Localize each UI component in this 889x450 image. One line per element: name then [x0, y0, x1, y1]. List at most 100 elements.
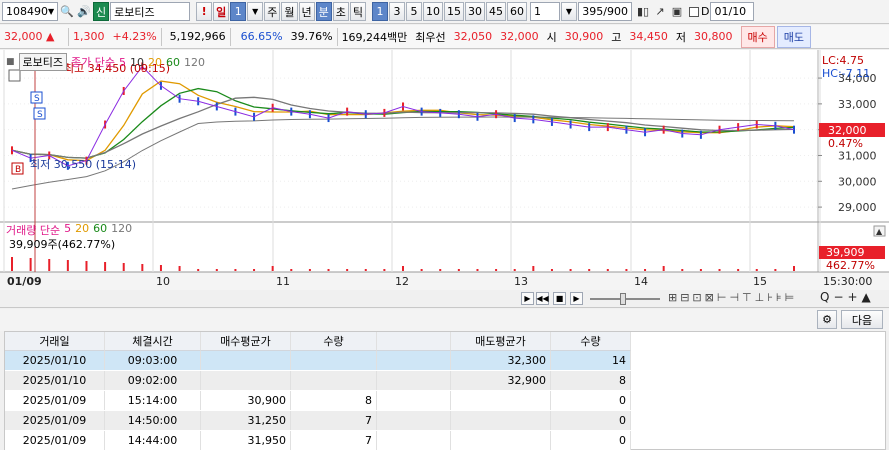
sell-button[interactable]: 매도	[776, 25, 812, 48]
table-cell: 32,900	[451, 371, 551, 390]
minute-5-button[interactable]: 5	[406, 2, 422, 21]
minute-3-button[interactable]: 3	[389, 2, 405, 21]
price-change: 1,300	[73, 30, 105, 43]
volume-bar	[793, 266, 795, 271]
minute-10-button[interactable]: 10	[423, 2, 443, 21]
volume-bar	[66, 260, 69, 271]
checkbox-icon[interactable]	[686, 2, 702, 21]
col-blank[interactable]	[377, 332, 451, 351]
count-input[interactable]: 395/900	[578, 2, 632, 21]
col-buy-avg[interactable]: 매수평균가	[201, 332, 291, 351]
volume-bar	[253, 269, 256, 271]
legend-stock-name[interactable]: 로보티즈	[18, 53, 67, 71]
zoom-controls[interactable]: Q−+▲	[820, 290, 875, 304]
volume-tag: 39,909	[826, 246, 865, 259]
period-day-button[interactable]: 일	[213, 2, 230, 21]
table-row[interactable]: 2025/01/09 14:44:00 31,950 7 0	[5, 431, 631, 450]
table-cell	[377, 351, 451, 370]
sell-marker-1-text: S	[34, 94, 40, 104]
rewind-icon[interactable]: ◀◀	[536, 292, 549, 305]
volume-bar	[625, 269, 628, 271]
volume-bar	[271, 266, 274, 271]
table-row[interactable]: 2025/01/09 14:50:00 31,250 7 0	[5, 411, 631, 430]
date-input[interactable]: 01/10	[710, 2, 755, 21]
volume-bar	[29, 258, 32, 271]
volume-bar	[85, 261, 88, 271]
period-minute-button[interactable]: 분	[315, 2, 332, 21]
period-year-button[interactable]: 년	[298, 2, 315, 21]
period-week-button[interactable]: 주	[264, 2, 281, 21]
volume-bar	[681, 269, 684, 271]
save-icon[interactable]: ▣	[669, 2, 685, 21]
legend-ma-60[interactable]: 60	[166, 56, 180, 69]
price-change-pct: +4.23%	[112, 30, 157, 43]
table-row[interactable]: 2025/01/10 09:02:00 32,900 8	[5, 371, 631, 390]
volume-bar	[290, 269, 293, 271]
ratio-1: 66.65%	[240, 30, 283, 43]
volume-bar	[48, 259, 51, 271]
stop-icon[interactable]: ■	[553, 292, 566, 305]
chart-navigation: ▶ ◀◀ ■ ▶ ⊞⊟⊡⊠⊢⊣⊤⊥⊦⊧⊨ Q−+▲	[0, 290, 889, 308]
sound-icon[interactable]: 🔊	[76, 2, 92, 21]
table-row[interactable]: 2025/01/09 15:14:00 30,900 8 0	[5, 391, 631, 410]
volume-bar	[420, 269, 423, 271]
table-cell: 2025/01/09	[5, 391, 105, 410]
col-buy-qty[interactable]: 수량	[291, 332, 377, 351]
open-value: 30,900	[564, 30, 604, 43]
col-exec-time[interactable]: 체결시간	[105, 332, 201, 351]
table-cell	[377, 411, 451, 430]
legend-ma-10[interactable]: 10	[130, 56, 144, 69]
minute-45-button[interactable]: 45	[486, 2, 506, 21]
grid-icon[interactable]	[8, 69, 21, 82]
low-label: 저	[675, 30, 687, 44]
stock-code-input[interactable]: 108490 ▼	[2, 2, 58, 21]
period-dropdown[interactable]: ▼	[247, 2, 264, 21]
volume-bar	[178, 266, 181, 271]
table-cell	[451, 391, 551, 410]
legend-ma-label[interactable]: 종가 단순	[71, 54, 115, 70]
volume-bars	[11, 257, 795, 271]
y-tick-label: 33,000	[838, 98, 877, 111]
col-trade-date[interactable]: 거래일	[5, 332, 105, 351]
legend-ma-5[interactable]: 5	[119, 56, 126, 69]
drawing-tools-icons[interactable]: ⊞⊟⊡⊠⊢⊣⊤⊥⊦⊧⊨	[668, 291, 797, 304]
period-month-button[interactable]: 월	[281, 2, 298, 21]
legend-ma-120[interactable]: 120	[184, 56, 205, 69]
legend-box-icon: ■	[6, 57, 15, 67]
volume-bar	[197, 269, 200, 271]
alert-button[interactable]: !	[196, 2, 213, 21]
period-day-count[interactable]: 1	[230, 2, 247, 21]
table-row[interactable]: 2025/01/10 09:03:00 32,300 14	[5, 351, 631, 370]
table-cell: 2025/01/09	[5, 431, 105, 450]
settings-gear-icon[interactable]: ⚙	[817, 310, 837, 329]
volume-bar	[383, 269, 386, 271]
table-header: 거래일 체결시간 매수평균가 수량 매도평균가 수량	[5, 332, 631, 351]
legend-ma-20[interactable]: 20	[148, 56, 162, 69]
period-tick-button[interactable]: 틱	[349, 2, 366, 21]
play-icon[interactable]: ▶	[570, 292, 583, 305]
minute-1-button[interactable]: 1	[372, 2, 388, 21]
interval-input[interactable]: 1	[530, 2, 560, 21]
zoom-slider-handle[interactable]	[620, 293, 626, 305]
minute-30-button[interactable]: 30	[465, 2, 485, 21]
interval-dropdown[interactable]: ▼	[561, 2, 577, 21]
period-second-button[interactable]: 초	[332, 2, 349, 21]
price-chart[interactable]: 34,00033,00032,00031,00030,00029,000 01/…	[0, 50, 889, 290]
table-cell	[377, 431, 451, 450]
table-cell: 8	[551, 371, 631, 390]
high-value: 34,450	[629, 30, 668, 43]
candle-type-icon[interactable]: ▮▯	[635, 2, 651, 21]
quote-bar: 32,000 ▲ 1,300 +4.23% 5,192,966 66.65% 3…	[0, 25, 889, 49]
minute-15-button[interactable]: 15	[444, 2, 464, 21]
scroll-right-icon[interactable]: ▶	[521, 292, 534, 305]
col-sell-qty[interactable]: 수량	[551, 332, 631, 351]
minute-60-button[interactable]: 60	[507, 2, 527, 21]
table-cell	[377, 391, 451, 410]
line-tool-icon[interactable]: ↗	[652, 2, 668, 21]
stock-name-field[interactable]: 로보티즈	[110, 2, 191, 21]
buy-button[interactable]: 매수	[740, 25, 775, 48]
col-sell-avg[interactable]: 매도평균가	[451, 332, 551, 351]
search-icon[interactable]: 🔍	[59, 2, 75, 21]
next-page-button[interactable]: 다음	[841, 310, 883, 329]
low-value: 30,800	[694, 30, 733, 43]
